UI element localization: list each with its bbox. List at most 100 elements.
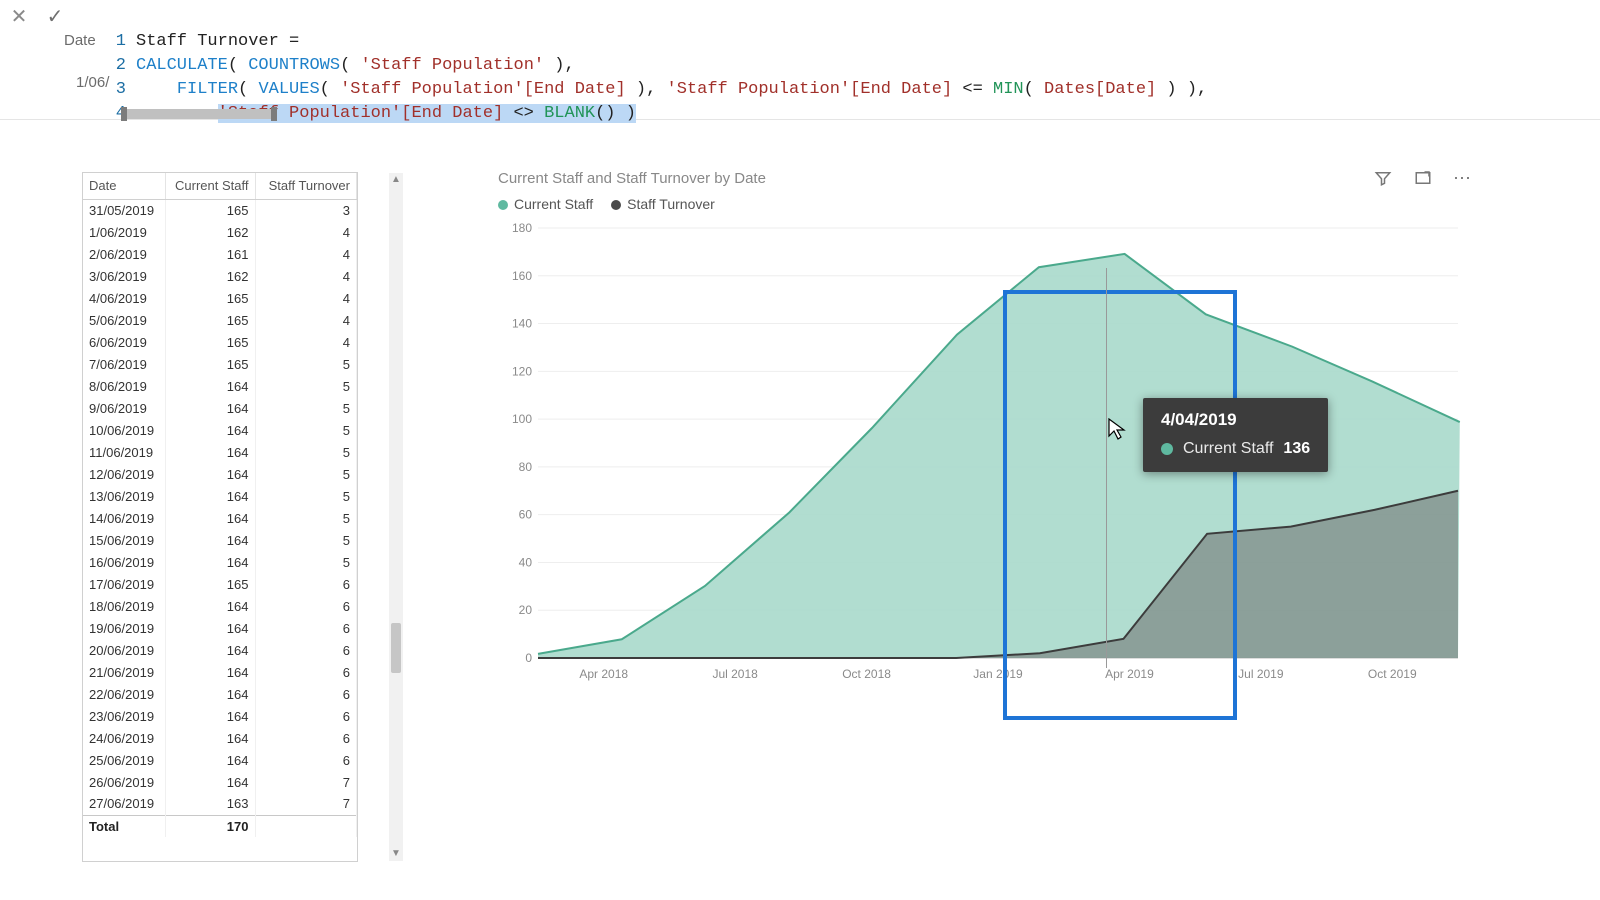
cell-current-staff: 165: [165, 353, 255, 375]
table-row[interactable]: 17/06/20191656: [83, 573, 357, 595]
cell-staff-turnover: 4: [255, 265, 357, 287]
cell-staff-turnover: 6: [255, 617, 357, 639]
table-row[interactable]: 9/06/20191645: [83, 397, 357, 419]
table-row[interactable]: 10/06/20191645: [83, 419, 357, 441]
total-current-staff: 170: [165, 815, 255, 837]
cell-date: 9/06/2019: [83, 397, 165, 419]
cell-current-staff: 164: [165, 441, 255, 463]
scroll-down-icon[interactable]: ▼: [389, 847, 403, 861]
legend-current-staff[interactable]: Current Staff: [498, 196, 593, 212]
table-row[interactable]: 7/06/20191655: [83, 353, 357, 375]
more-options-icon[interactable]: ⋯: [1454, 169, 1472, 187]
cell-staff-turnover: 5: [255, 463, 357, 485]
cell-staff-turnover: 3: [255, 199, 357, 221]
cell-date: 2/06/2019: [83, 243, 165, 265]
svg-text:0: 0: [525, 651, 532, 665]
table-visual[interactable]: Date Current Staff Staff Turnover 31/05/…: [82, 172, 358, 862]
cell-current-staff: 164: [165, 683, 255, 705]
table-row[interactable]: 12/06/20191645: [83, 463, 357, 485]
cell-current-staff: 164: [165, 551, 255, 573]
editor-horizontal-scrollbar[interactable]: [124, 109, 274, 119]
chart-visual[interactable]: Current Staff and Staff Turnover by Date…: [490, 164, 1480, 724]
scroll-thumb[interactable]: [391, 623, 401, 673]
svg-text:20: 20: [519, 603, 533, 617]
table-row[interactable]: 14/06/20191645: [83, 507, 357, 529]
cell-current-staff: 165: [165, 573, 255, 595]
table-row[interactable]: 31/05/20191653: [83, 199, 357, 221]
col-staff-turnover[interactable]: Staff Turnover: [255, 173, 357, 199]
table-row[interactable]: 1/06/20191624: [83, 221, 357, 243]
cell-current-staff: 164: [165, 529, 255, 551]
table-row[interactable]: 23/06/20191646: [83, 705, 357, 727]
cell-current-staff: 164: [165, 397, 255, 419]
cancel-formula-button[interactable]: ✕: [8, 6, 30, 28]
table-row[interactable]: 25/06/20191646: [83, 749, 357, 771]
cell-date: 10/06/2019: [83, 419, 165, 441]
table-row[interactable]: 22/06/20191646: [83, 683, 357, 705]
svg-text:Apr 2018: Apr 2018: [579, 667, 628, 681]
cell-current-staff: 164: [165, 507, 255, 529]
chart-plot-area[interactable]: 020406080100120140160180Apr 2018Jul 2018…: [498, 218, 1472, 698]
cell-staff-turnover: 5: [255, 419, 357, 441]
focus-mode-icon[interactable]: [1414, 169, 1432, 187]
table-row[interactable]: 18/06/20191646: [83, 595, 357, 617]
table-row[interactable]: 16/06/20191645: [83, 551, 357, 573]
cell-staff-turnover: 4: [255, 287, 357, 309]
legend-staff-turnover[interactable]: Staff Turnover: [611, 196, 715, 212]
table-row[interactable]: 11/06/20191645: [83, 441, 357, 463]
table-row[interactable]: 26/06/20191647: [83, 771, 357, 793]
cell-current-staff: 164: [165, 727, 255, 749]
chart-legend: Current Staff Staff Turnover: [490, 192, 1480, 214]
table-row[interactable]: 27/06/20191637: [83, 793, 357, 815]
table-row[interactable]: 2/06/20191614: [83, 243, 357, 265]
cell-date: 5/06/2019: [83, 309, 165, 331]
table-row[interactable]: 5/06/20191654: [83, 309, 357, 331]
svg-text:40: 40: [519, 555, 533, 569]
cell-current-staff: 164: [165, 705, 255, 727]
table-row[interactable]: 21/06/20191646: [83, 661, 357, 683]
cell-current-staff: 162: [165, 265, 255, 287]
table-row[interactable]: 6/06/20191654: [83, 331, 357, 353]
table-row[interactable]: 3/06/20191624: [83, 265, 357, 287]
table-vertical-scrollbar[interactable]: ▲ ▼: [389, 173, 403, 861]
cell-date: 15/06/2019: [83, 529, 165, 551]
table-row[interactable]: 20/06/20191646: [83, 639, 357, 661]
col-date[interactable]: Date: [83, 173, 165, 199]
cell-staff-turnover: 5: [255, 441, 357, 463]
cell-date: 1/06/2019: [83, 221, 165, 243]
table-row[interactable]: 13/06/20191645: [83, 485, 357, 507]
commit-formula-button[interactable]: ✓: [44, 6, 66, 28]
scroll-up-icon[interactable]: ▲: [389, 173, 403, 187]
dax-editor[interactable]: 1Staff Turnover = 2CALCULATE( COUNTROWS(…: [110, 6, 1590, 150]
cell-current-staff: 165: [165, 331, 255, 353]
table-row[interactable]: 15/06/20191645: [83, 529, 357, 551]
svg-text:Jan 2019: Jan 2019: [973, 667, 1023, 681]
cell-current-staff: 164: [165, 749, 255, 771]
cell-date: 27/06/2019: [83, 793, 165, 815]
table-row[interactable]: 24/06/20191646: [83, 727, 357, 749]
svg-text:100: 100: [512, 412, 532, 426]
table-row[interactable]: 4/06/20191654: [83, 287, 357, 309]
cell-date: 26/06/2019: [83, 771, 165, 793]
cell-staff-turnover: 6: [255, 749, 357, 771]
svg-text:60: 60: [519, 508, 533, 522]
col-current-staff[interactable]: Current Staff: [165, 173, 255, 199]
filter-icon[interactable]: [1374, 169, 1392, 187]
cell-date: 8/06/2019: [83, 375, 165, 397]
cell-staff-turnover: 5: [255, 507, 357, 529]
cell-staff-turnover: 6: [255, 727, 357, 749]
svg-text:Apr 2019: Apr 2019: [1105, 667, 1154, 681]
cell-date: 6/06/2019: [83, 331, 165, 353]
table-row[interactable]: 19/06/20191646: [83, 617, 357, 639]
tooltip-date: 4/04/2019: [1161, 410, 1310, 430]
cell-date: 4/06/2019: [83, 287, 165, 309]
cell-date: 19/06/2019: [83, 617, 165, 639]
table-row[interactable]: 8/06/20191645: [83, 375, 357, 397]
cell-current-staff: 161: [165, 243, 255, 265]
cell-current-staff: 164: [165, 771, 255, 793]
chart-hover-guideline: [1106, 268, 1107, 668]
table-header-row: Date Current Staff Staff Turnover: [83, 173, 357, 199]
cell-date: 22/06/2019: [83, 683, 165, 705]
cell-current-staff: 164: [165, 661, 255, 683]
cell-date: 20/06/2019: [83, 639, 165, 661]
